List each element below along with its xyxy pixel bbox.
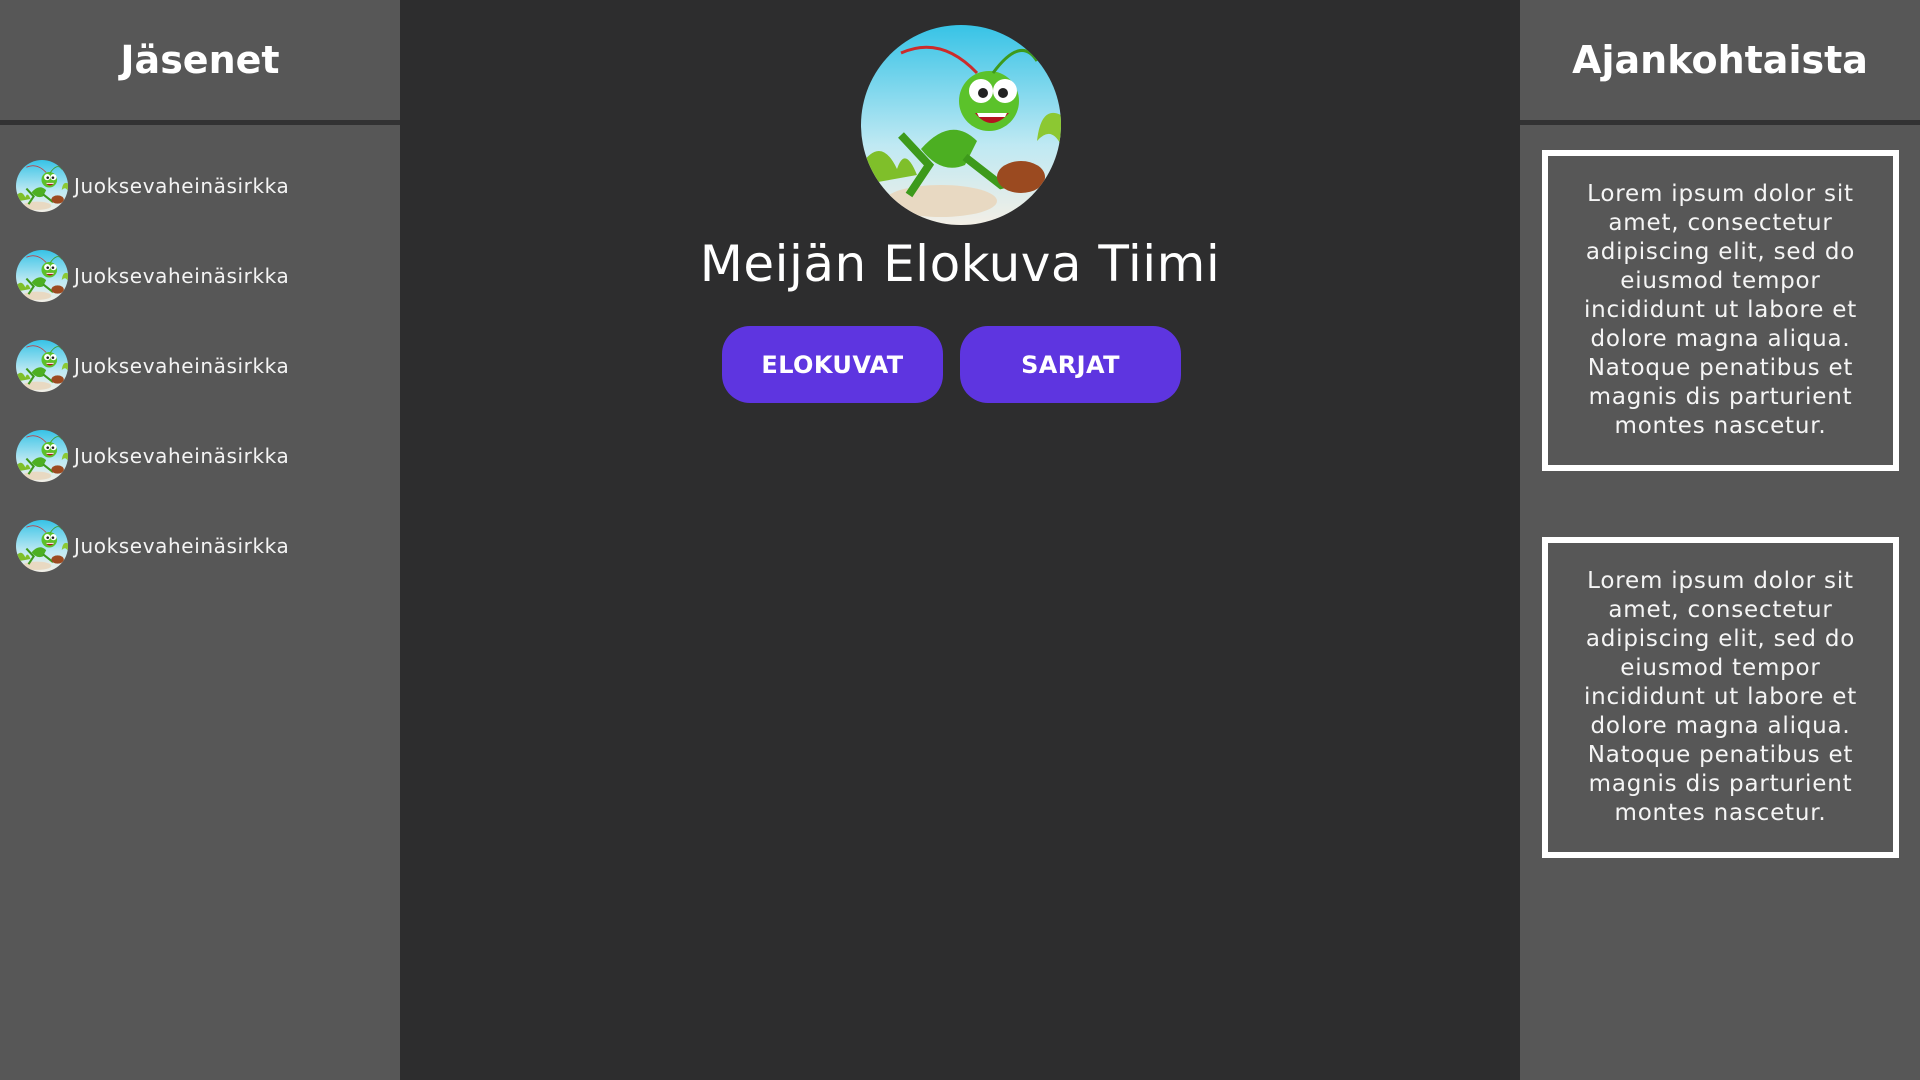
app-root: Jäsenet Juoksevaheinäsirkka Juoksevahein… <box>0 0 1920 1080</box>
grasshopper-avatar-icon <box>16 340 68 392</box>
news-heading: Ajankohtaista <box>1520 0 1920 125</box>
grasshopper-avatar-icon <box>16 250 68 302</box>
member-name: Juoksevaheinäsirkka <box>74 174 290 198</box>
grasshopper-avatar-icon <box>16 430 68 482</box>
movies-button[interactable]: ELOKUVAT <box>722 326 943 403</box>
member-item[interactable]: Juoksevaheinäsirkka <box>0 430 400 482</box>
member-item[interactable]: Juoksevaheinäsirkka <box>0 520 400 572</box>
news-sidebar: Ajankohtaista Lorem ipsum dolor sit amet… <box>1520 0 1920 1080</box>
member-name: Juoksevaheinäsirkka <box>74 354 290 378</box>
member-name: Juoksevaheinäsirkka <box>74 444 290 468</box>
members-heading: Jäsenet <box>0 0 400 125</box>
member-item[interactable]: Juoksevaheinäsirkka <box>0 160 400 212</box>
news-card: Lorem ipsum dolor sit amet, consectetur … <box>1542 537 1899 858</box>
grasshopper-avatar-icon <box>16 520 68 572</box>
main-content: Meijän Elokuva Tiimi ELOKUVAT SARJAT <box>400 0 1520 1080</box>
news-text: Lorem ipsum dolor sit amet, consectetur … <box>1583 181 1858 439</box>
grasshopper-avatar-icon <box>16 160 68 212</box>
member-item[interactable]: Juoksevaheinäsirkka <box>0 340 400 392</box>
series-button[interactable]: SARJAT <box>960 326 1181 403</box>
member-name: Juoksevaheinäsirkka <box>74 534 290 558</box>
member-name: Juoksevaheinäsirkka <box>74 264 290 288</box>
member-item[interactable]: Juoksevaheinäsirkka <box>0 250 400 302</box>
members-list: Juoksevaheinäsirkka Juoksevaheinäsirkka … <box>0 125 400 572</box>
news-text: Lorem ipsum dolor sit amet, consectetur … <box>1583 568 1858 826</box>
page-title: Meijän Elokuva Tiimi <box>699 235 1221 293</box>
news-card: Lorem ipsum dolor sit amet, consectetur … <box>1542 150 1899 471</box>
members-sidebar: Jäsenet Juoksevaheinäsirkka Juoksevahein… <box>0 0 400 1080</box>
grasshopper-logo-icon <box>861 25 1061 225</box>
